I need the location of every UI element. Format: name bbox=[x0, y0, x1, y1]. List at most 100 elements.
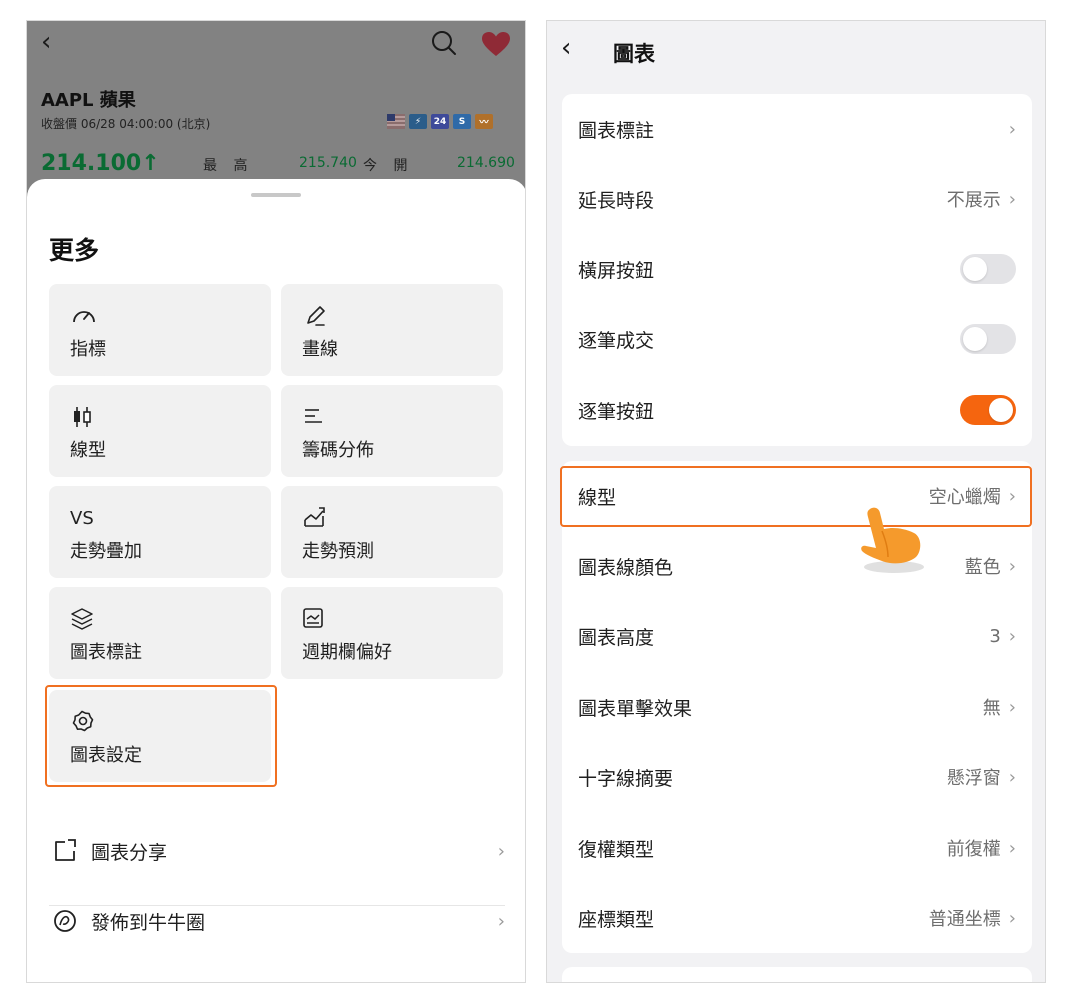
setting-label: 延長時段 bbox=[578, 189, 655, 212]
page-title: 圖表 bbox=[613, 42, 655, 66]
setting-tick-trades: 逐筆成交 bbox=[562, 304, 1032, 374]
chevron-right-icon: › bbox=[1008, 625, 1016, 647]
chevron-right-icon: › bbox=[1008, 188, 1016, 210]
tile-trend-overlay[interactable]: VS 走勢疊加 bbox=[49, 486, 271, 578]
chevron-right-icon: › bbox=[1008, 907, 1016, 929]
chevron-right-icon: › bbox=[497, 910, 505, 932]
tile-trend-forecast[interactable]: 走勢預測 bbox=[281, 486, 503, 578]
lightning-badge-icon: ⚡ bbox=[409, 114, 427, 129]
setting-crosshair-summary[interactable]: 十字線摘要 懸浮窗 › bbox=[562, 742, 1032, 812]
chevron-right-icon: › bbox=[497, 840, 505, 862]
row-label: 圖表分享 bbox=[91, 841, 168, 864]
candlestick-icon bbox=[74, 407, 91, 427]
settings-card-chart: 線型 空心蠟燭 › 圖表線顏色 藍色 › 圖表高度 3 › 圖表單擊效果 無 ›… bbox=[562, 461, 1032, 953]
chevron-right-icon: › bbox=[1008, 118, 1016, 140]
trend-predict-icon bbox=[304, 507, 325, 527]
setting-adjustment-type[interactable]: 復權類型 前復權 › bbox=[562, 813, 1032, 883]
chevron-right-icon: › bbox=[1008, 696, 1016, 718]
setting-label: 圖表標註 bbox=[578, 119, 655, 142]
chevron-right-icon: › bbox=[1008, 766, 1016, 788]
setting-label: 逐筆成交 bbox=[578, 329, 655, 352]
tile-period-preference[interactable]: 週期欄偏好 bbox=[281, 587, 503, 679]
more-bottom-sheet: 更多 指標 畫線 線型 籌碼分佈 VS 走勢疊加 走勢預測 圖表標註 週期欄偏好… bbox=[27, 179, 525, 982]
back-arrow-icon[interactable]: ‹ bbox=[561, 35, 571, 61]
tile-label: 走勢預測 bbox=[302, 541, 374, 562]
layers-icon bbox=[71, 608, 93, 630]
setting-value: 不展示 bbox=[946, 190, 1001, 211]
setting-value: 普通坐標 bbox=[928, 909, 1001, 930]
pen-icon bbox=[307, 306, 325, 326]
setting-value: 懸浮窗 bbox=[946, 768, 1001, 789]
landscape-button-toggle[interactable] bbox=[960, 254, 1016, 284]
setting-label: 逐筆按鈕 bbox=[578, 400, 655, 423]
heart-icon[interactable] bbox=[481, 31, 511, 57]
tile-label: 走勢疊加 bbox=[70, 541, 142, 562]
setting-landscape-button: 橫屏按鈕 bbox=[562, 234, 1032, 304]
setting-value: 藍色 bbox=[964, 557, 1001, 578]
sheet-grabber[interactable] bbox=[251, 193, 301, 197]
setting-label: 圖表高度 bbox=[578, 626, 655, 649]
back-arrow-icon[interactable]: ‹ bbox=[41, 29, 51, 55]
setting-click-effect[interactable]: 圖表單擊效果 無 › bbox=[562, 672, 1032, 742]
chart-share-row[interactable]: 圖表分享 › bbox=[49, 816, 505, 886]
setting-extended-hours[interactable]: 延長時段 不展示 › bbox=[562, 164, 1032, 234]
last-price: 214.100↑ bbox=[41, 151, 160, 176]
setting-label: 復權類型 bbox=[578, 838, 655, 861]
setting-label: 十字線摘要 bbox=[578, 767, 674, 790]
setting-chart-height[interactable]: 圖表高度 3 › bbox=[562, 601, 1032, 671]
setting-label: 橫屏按鈕 bbox=[578, 259, 655, 282]
trend-badge-icon: 〰 bbox=[475, 114, 493, 129]
setting-label: 圖表單擊效果 bbox=[578, 697, 693, 720]
open-value: 214.690 bbox=[457, 155, 515, 171]
high-label: 最 高 bbox=[203, 158, 254, 174]
chevron-right-icon: › bbox=[1008, 555, 1016, 577]
setting-tick-button: 逐筆按鈕 bbox=[562, 375, 1032, 445]
share-icon bbox=[55, 839, 76, 861]
tick-trades-toggle[interactable] bbox=[960, 324, 1016, 354]
publish-community-row[interactable]: 發佈到牛牛圈 › bbox=[49, 886, 505, 956]
row-label: 發佈到牛牛圈 bbox=[91, 911, 206, 934]
tick-button-toggle[interactable] bbox=[960, 395, 1016, 425]
search-icon[interactable] bbox=[431, 30, 457, 56]
tile-label: 週期欄偏好 bbox=[302, 642, 392, 663]
market-badges: ⚡ 24 S 〰 bbox=[387, 114, 493, 129]
tile-label: 圖表標註 bbox=[70, 642, 142, 663]
tile-label: 籌碼分佈 bbox=[302, 440, 374, 461]
tile-drawing[interactable]: 畫線 bbox=[281, 284, 503, 376]
tile-label: 線型 bbox=[70, 440, 106, 461]
speedometer-icon bbox=[73, 311, 95, 323]
tile-label: 畫線 bbox=[302, 339, 338, 360]
setting-coordinate-type[interactable]: 座標類型 普通坐標 › bbox=[562, 883, 1032, 953]
chart-frame-icon bbox=[303, 608, 323, 628]
vs-text-icon: VS bbox=[70, 508, 94, 529]
24h-badge-icon: 24 bbox=[431, 114, 449, 129]
more-menu-screen: ‹ AAPL 蘋果 收盤價 06/28 04:00:00 (北京) ⚡ 24 S… bbox=[26, 20, 526, 983]
settings-card-next bbox=[562, 967, 1032, 982]
high-value: 215.740 bbox=[299, 155, 357, 171]
open-label: 今 開 bbox=[363, 158, 414, 174]
tile-chip-distribution[interactable]: 籌碼分佈 bbox=[281, 385, 503, 477]
dollar-badge-icon: S bbox=[453, 114, 471, 129]
chart-settings-highlight bbox=[45, 685, 277, 787]
setting-value: 3 bbox=[989, 625, 1001, 647]
line-type-highlight bbox=[560, 466, 1032, 527]
close-time: 收盤價 06/28 04:00:00 (北京) bbox=[41, 117, 211, 131]
setting-line-color[interactable]: 圖表線顏色 藍色 › bbox=[562, 531, 1032, 601]
stock-header-dimmed: ‹ AAPL 蘋果 收盤價 06/28 04:00:00 (北京) ⚡ 24 S… bbox=[27, 21, 525, 191]
us-flag-icon bbox=[387, 114, 405, 129]
sheet-title: 更多 bbox=[49, 236, 100, 265]
settings-card-general: 圖表標註 › 延長時段 不展示 › 橫屏按鈕 逐筆成交 逐筆按鈕 bbox=[562, 94, 1032, 446]
tile-indicators[interactable]: 指標 bbox=[49, 284, 271, 376]
community-icon bbox=[54, 910, 76, 932]
tile-line-type[interactable]: 線型 bbox=[49, 385, 271, 477]
setting-value: 前復權 bbox=[946, 839, 1001, 860]
chart-settings-screen: ‹ 圖表 圖表標註 › 延長時段 不展示 › 橫屏按鈕 逐筆成交 逐筆按鈕 線型… bbox=[546, 20, 1046, 983]
tile-chart-annotation[interactable]: 圖表標註 bbox=[49, 587, 271, 679]
bars-distribution-icon bbox=[305, 409, 322, 423]
setting-chart-annotation[interactable]: 圖表標註 › bbox=[562, 94, 1032, 164]
stock-code: AAPL 蘋果 bbox=[41, 90, 136, 111]
setting-value: 無 bbox=[982, 698, 1001, 719]
setting-label: 座標類型 bbox=[578, 908, 655, 931]
tile-label: 指標 bbox=[70, 339, 106, 360]
pointing-hand-icon bbox=[861, 507, 924, 573]
